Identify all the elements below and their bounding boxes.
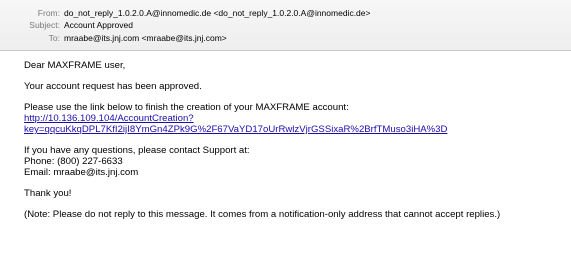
instruction-text: Please use the link below to finish the …	[24, 102, 349, 113]
greeting: Dear MAXFRAME user,	[24, 60, 126, 71]
to-label: To:	[48, 33, 60, 43]
subject-row: Subject: Account Approved	[0, 20, 133, 31]
email-header: From: do_not_reply_1.0.2.0.A@innomedic.de…	[0, 0, 571, 51]
account-creation-link-line1[interactable]: http://10.136.109.104/AccountCreation?	[24, 113, 569, 124]
approved-message: Your account request has been approved.	[24, 81, 202, 92]
account-creation-link-line2[interactable]: key=qqcuKkqDPL7KfI2ijI8YmGn4ZPk9G%2F67Va…	[24, 124, 569, 135]
from-value[interactable]: do_not_reply_1.0.2.0.A@innomedic.de <do_…	[64, 8, 370, 18]
support-email: Email: mraabe@its.jnj.com	[24, 167, 139, 178]
subject-label: Subject:	[29, 20, 60, 30]
to-value[interactable]: mraabe@its.jnj.com <mraabe@its.jnj.com>	[64, 33, 227, 43]
from-row: From: do_not_reply_1.0.2.0.A@innomedic.de…	[0, 8, 371, 19]
subject-value: Account Approved	[64, 20, 133, 30]
thanks-text: Thank you!	[24, 188, 72, 199]
support-phone: Phone: (800) 227-6633	[24, 156, 123, 167]
from-label: From:	[37, 8, 60, 18]
support-intro: If you have any questions, please contac…	[24, 145, 250, 156]
email-body: Dear MAXFRAME user, Your account request…	[24, 60, 569, 220]
note-text: (Note: Please do not reply to this messa…	[24, 209, 501, 220]
to-row: To: mraabe@its.jnj.com <mraabe@its.jnj.co…	[0, 33, 227, 44]
